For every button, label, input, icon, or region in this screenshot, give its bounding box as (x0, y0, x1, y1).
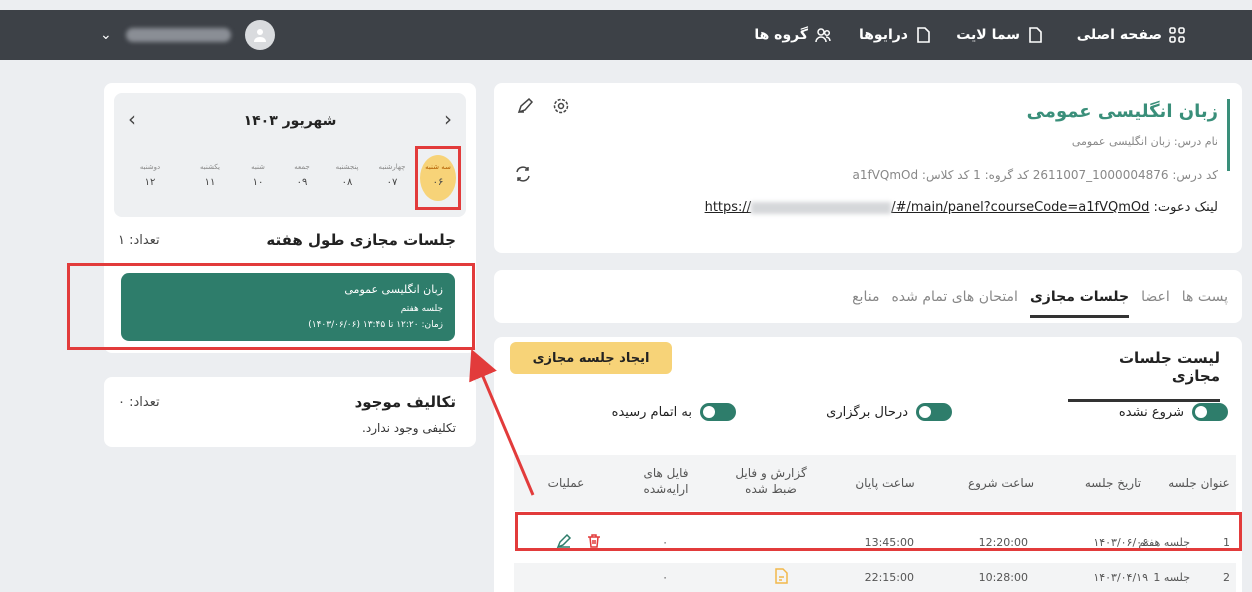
row-date: ۱۴۰۳/۰۶/۰۶ (1093, 536, 1148, 549)
settings-icon[interactable] (550, 95, 572, 117)
nav-home-label: صفحه اصلی (1076, 27, 1162, 43)
tab-members[interactable]: اعضا (1141, 289, 1170, 305)
file-icon (1029, 27, 1042, 43)
chevron-down-icon: ⌄ (100, 27, 112, 43)
invite-label: لینک دعوت: (1153, 200, 1218, 215)
users-icon (815, 28, 831, 43)
tab-virtual-sessions[interactable]: جلسات مجازی (1029, 275, 1130, 318)
invite-link-row: لینک دعوت: https:///#/main/panel?courseC… (705, 200, 1218, 215)
toggle-finished[interactable]: به اتمام رسیده (612, 403, 736, 421)
row-start: 12:20:00 (978, 536, 1028, 549)
row-files: ۰ (662, 536, 668, 549)
tab-posts[interactable]: پست ها (1182, 289, 1228, 305)
sessions-title: لیست جلسات مجازی (1068, 349, 1220, 402)
row-title: جلسه 1 (1153, 571, 1190, 584)
toggle-switch[interactable] (916, 403, 952, 421)
nav-groups-label: گروه ها (754, 27, 808, 43)
course-title: زبان انگلیسی عمومی (1026, 101, 1218, 122)
toggle-not-started[interactable]: شروع نشده (1119, 403, 1228, 421)
create-session-button[interactable]: ایجاد جلسه مجازی (510, 342, 672, 374)
tab-resources[interactable]: منابع (852, 289, 879, 305)
sessions-card: لیست جلسات مجازی ایجاد جلسه مجازی شروع ن… (494, 337, 1242, 592)
assignments-title: تکالیف موجود (354, 393, 456, 411)
toggle-in-progress[interactable]: درحال برگزاری (826, 403, 952, 421)
col-date: تاریخ جلسه (1084, 476, 1142, 490)
week-sessions-count: تعداد: ۱ (118, 233, 160, 248)
nav-drives[interactable]: درایوها (859, 10, 932, 60)
calendar-month: شهریور ۱۴۰۳ (243, 113, 337, 129)
calendar-day[interactable]: دوشنبه ۱۲ (130, 163, 170, 188)
calendar-day[interactable]: شنبه ۱۰ (238, 163, 278, 188)
calendar-day-selected[interactable]: سه شنبه ۰۶ (420, 155, 456, 201)
session-tile-time: زمان: ۱۲:۲۰ تا ۱۳:۴۵ (۱۴۰۳/۰۶/۰۶) (308, 320, 443, 330)
avatar (244, 20, 275, 50)
row-index: 2 (1223, 571, 1230, 584)
table-header: عنوان جلسه تاریخ جلسه ساعت شروع ساعت پای… (514, 455, 1236, 511)
row-start: 10:28:00 (978, 571, 1028, 584)
user-menu[interactable]: ⌄ (100, 10, 275, 60)
table-row[interactable]: جلسه 1 2 ۱۴۰۳/۰۴/۱۹ 10:28:00 22:15:00 ۰ (514, 563, 1236, 592)
trash-icon[interactable] (586, 533, 602, 552)
row-date: ۱۴۰۳/۰۴/۱۹ (1093, 571, 1148, 584)
row-files: ۰ (662, 571, 668, 584)
report-file-icon[interactable] (772, 567, 790, 588)
course-header-card: زبان انگلیسی عمومی نام درس: زبان انگلیسی… (494, 83, 1242, 253)
toggle-switch[interactable] (700, 403, 736, 421)
nav-sama-lite-label: سما لایت (956, 27, 1020, 43)
next-week-chevron-icon[interactable]: › (444, 107, 452, 131)
tabs: پست ها اعضا جلسات مجازی امتحان های تمام … (852, 270, 1228, 323)
accent-bar (1227, 99, 1230, 171)
toggle-label: شروع نشده (1118, 404, 1184, 420)
course-name-line: نام درس: زبان انگلیسی عمومی (1071, 135, 1218, 148)
row-end: 22:15:00 (864, 571, 914, 584)
session-tile-course: زبان انگلیسی عمومی (344, 283, 443, 296)
edit-icon[interactable] (514, 95, 536, 117)
toggle-label: به اتمام رسیده (611, 404, 692, 420)
col-report: گزارش و فایل ضبط شده (735, 466, 807, 496)
invite-link[interactable]: https:///#/main/panel?courseCode=a1fVQmO… (705, 200, 1150, 215)
weekly-calendar-card: ‹ شهریور ۱۴۰۳ › سه شنبه ۰۶ چهارشنبه ۰۷ پنج… (104, 83, 476, 353)
nav-drives-label: درایوها (858, 27, 908, 43)
nav-home[interactable]: صفحه اصلی (1077, 10, 1186, 60)
week-sessions-title: جلسات مجازی طول هفته (266, 231, 456, 249)
session-tile-name: جلسه هفتم (400, 304, 443, 314)
calendar-day[interactable]: یکشنبه ۱۱ (190, 163, 230, 188)
col-end: ساعت پایان (855, 476, 915, 490)
file-icon (917, 27, 930, 43)
user-name (125, 28, 231, 42)
course-codes-line: کد درس: 1000004876_2611007 کد گروه: 1 کد… (852, 168, 1218, 182)
toggle-switch[interactable] (1192, 403, 1228, 421)
assignments-count: تعداد: ۰ (118, 395, 160, 410)
col-actions: عملیات (547, 476, 585, 490)
session-tile[interactable]: زبان انگلیسی عمومی جلسه هفتم زمان: ۱۲:۲۰… (121, 273, 455, 341)
tabs-card: پست ها اعضا جلسات مجازی امتحان های تمام … (494, 270, 1242, 323)
calendar-day[interactable]: چهارشنبه ۰۷ (372, 163, 412, 188)
user-icon (253, 29, 266, 42)
calendar-day[interactable]: جمعه ۰۹ (282, 163, 322, 188)
top-navbar: صفحه اصلی سما لایت درایوها گروه ها ⌄ (0, 10, 1252, 60)
nav-groups[interactable]: گروه ها (754, 10, 832, 60)
assignments-card: تکالیف موجود تعداد: ۰ تکلیفی وجود ندارد. (104, 377, 476, 447)
toggle-label: درحال برگزاری (826, 404, 908, 420)
table-row[interactable]: جلسه هفتم 1 ۱۴۰۳/۰۶/۰۶ 12:20:00 13:45:00… (514, 525, 1236, 561)
calendar-day[interactable]: پنجشنبه ۰۸ (327, 163, 367, 188)
col-files: فایل های ارایه‌شده (643, 466, 689, 496)
tab-finished-exams[interactable]: امتحان های تمام شده (891, 289, 1018, 305)
calendar: ‹ شهریور ۱۴۰۳ › سه شنبه ۰۶ چهارشنبه ۰۷ پنج… (114, 93, 466, 217)
grid-icon (1169, 27, 1185, 43)
nav-sama-lite[interactable]: سما لایت (956, 10, 1044, 60)
assignments-empty-message: تکلیفی وجود ندارد. (362, 421, 456, 435)
row-end: 13:45:00 (864, 536, 914, 549)
col-start: ساعت شروع (967, 476, 1035, 490)
edit-icon[interactable] (556, 533, 572, 552)
refresh-icon[interactable] (512, 163, 534, 185)
col-title: عنوان جلسه (1168, 476, 1230, 490)
row-index: 1 (1223, 536, 1230, 549)
